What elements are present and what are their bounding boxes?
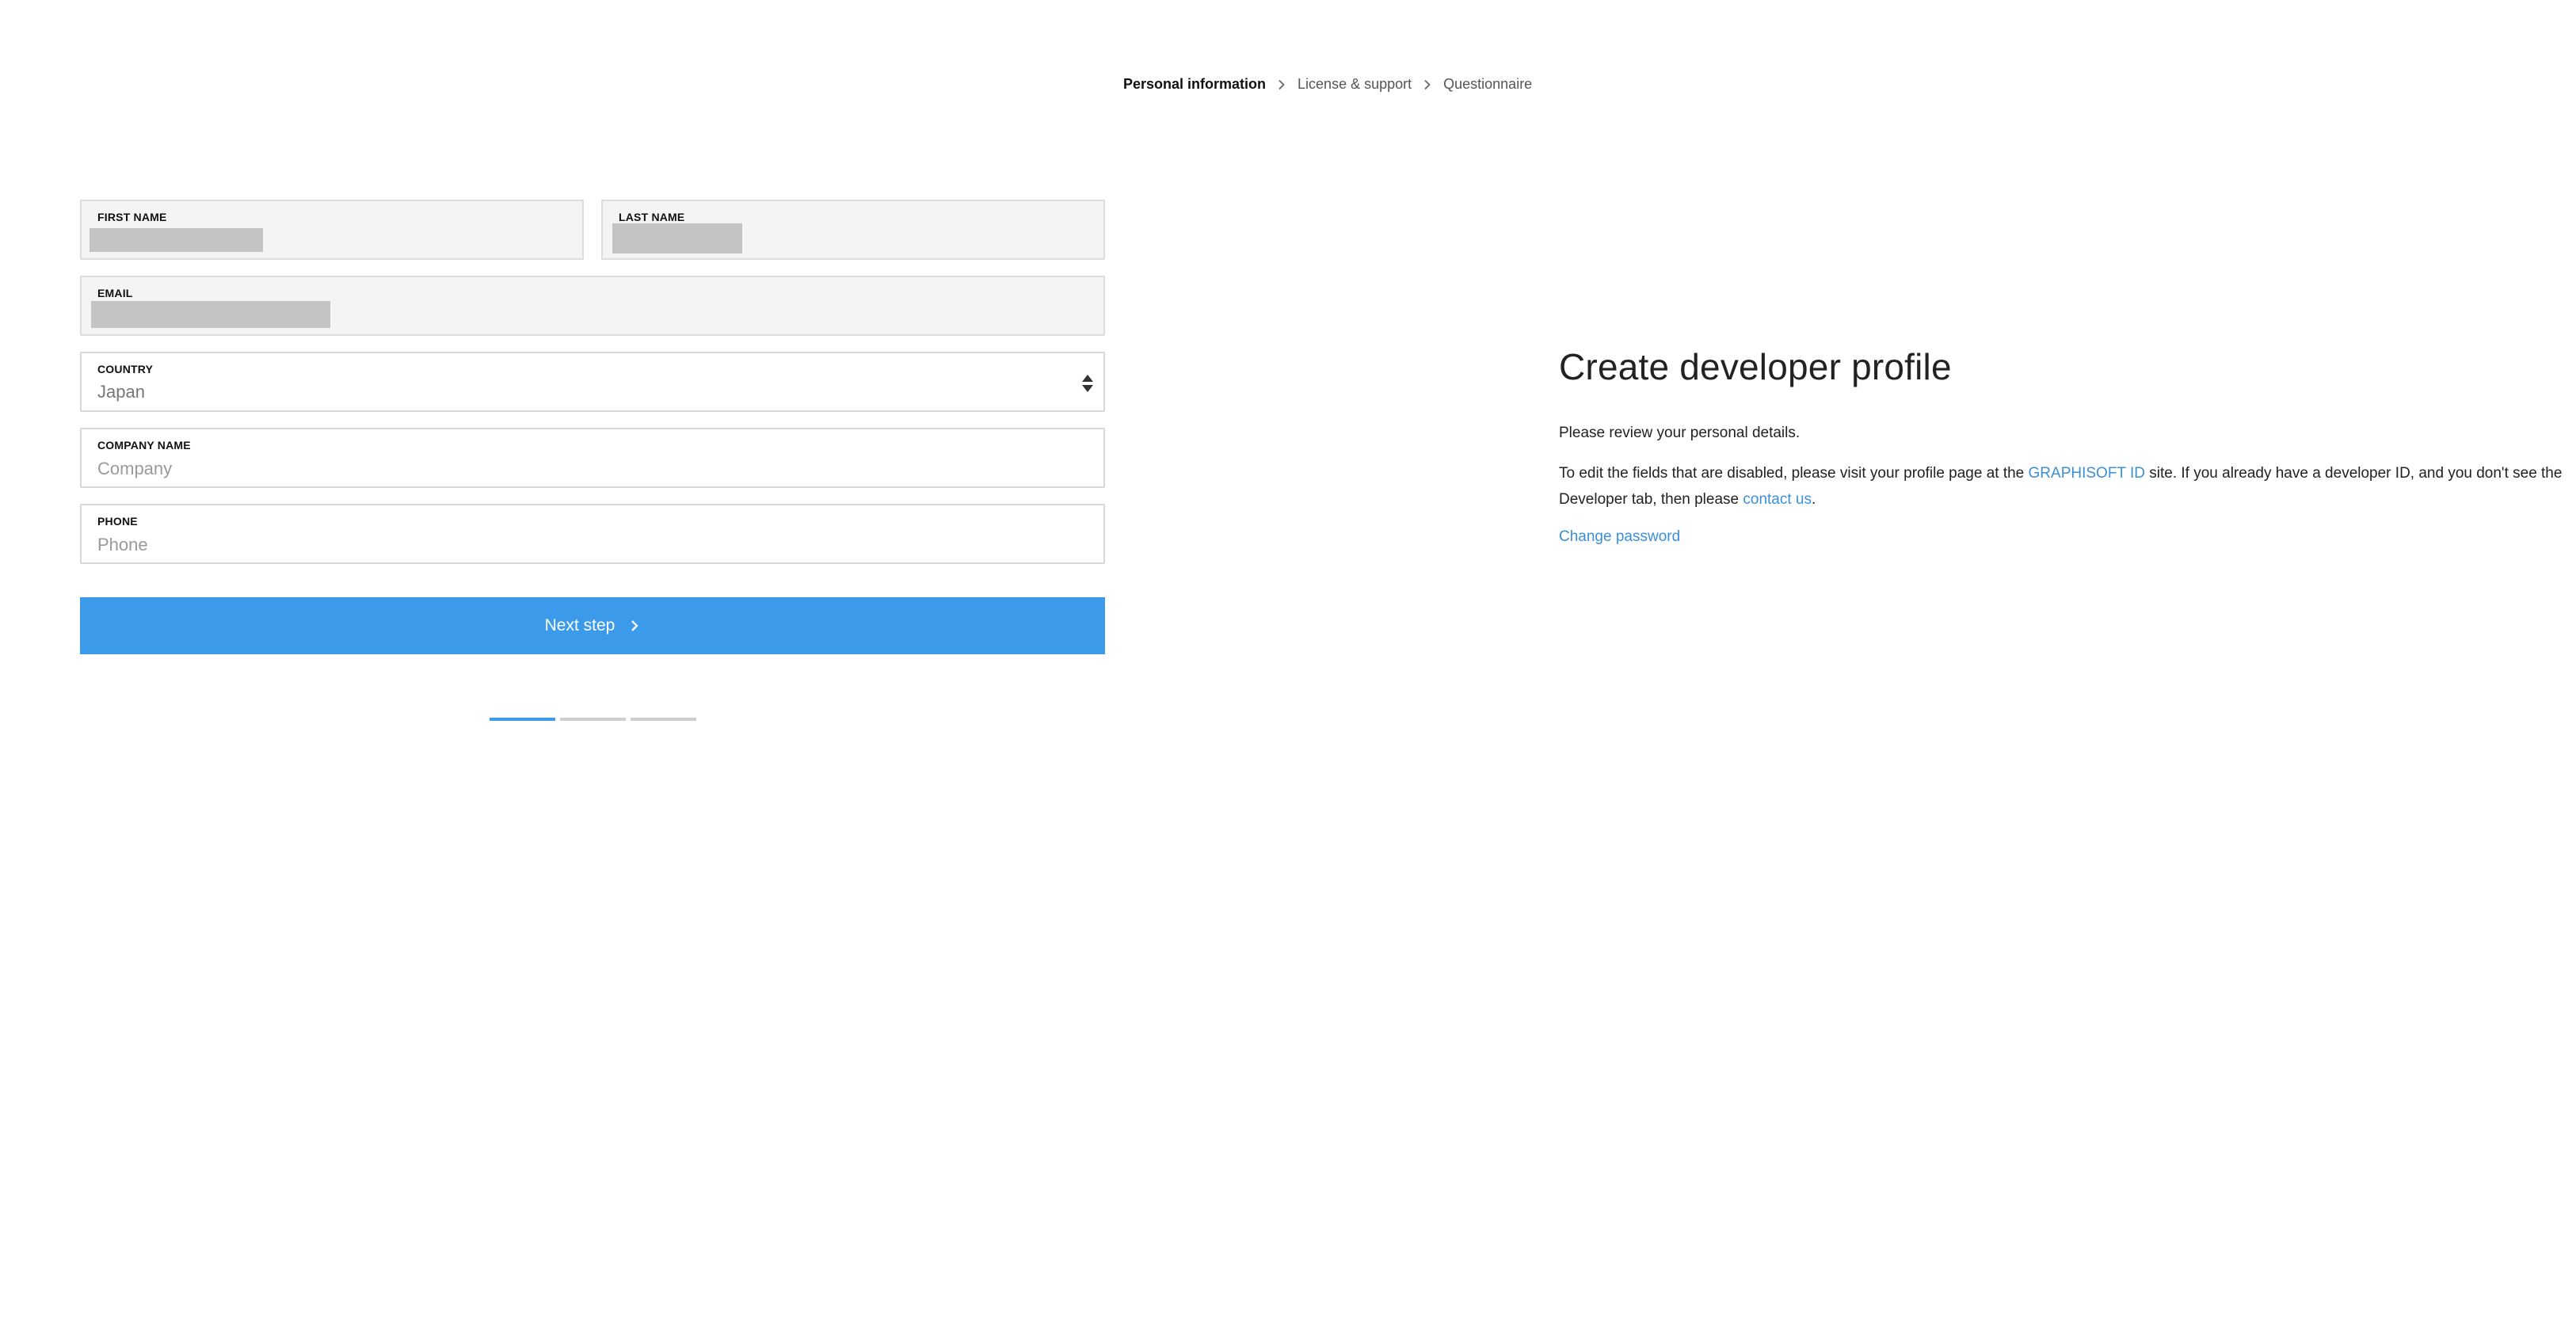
chevron-right-icon <box>1266 79 1298 90</box>
intro-text: Please review your personal details. <box>1559 425 1801 441</box>
select-arrows-icon <box>1082 375 1093 392</box>
breadcrumb-step-personal-information[interactable]: Personal information <box>1123 76 1266 93</box>
breadcrumb-step-questionnaire[interactable]: Questionnaire <box>1443 76 1532 93</box>
page-title: Create developer profile <box>1559 346 1952 387</box>
help-text-part-a: To edit the fields that are disabled, pl… <box>1559 465 2029 482</box>
company-field: COMPANY NAME <box>80 428 1105 488</box>
progress-segment <box>630 718 696 721</box>
step-progress <box>80 718 1105 721</box>
email-label: EMAIL <box>97 287 133 299</box>
country-row: COUNTRY Japan <box>80 352 1105 412</box>
breadcrumb: Personal information License & support Q… <box>1123 76 1532 93</box>
last-name-field: LAST NAME <box>601 200 1105 260</box>
first-name-field: FIRST NAME <box>80 200 584 260</box>
contact-us-link[interactable]: contact us <box>1743 491 1812 508</box>
email-field: EMAIL <box>80 276 1105 336</box>
disabled-fields-help-text: To edit the fields that are disabled, pl… <box>1559 460 2576 512</box>
phone-field: PHONE <box>80 504 1105 564</box>
email-row: EMAIL <box>80 276 1105 336</box>
next-step-button[interactable]: Next step <box>80 597 1105 654</box>
company-input[interactable] <box>97 456 1056 482</box>
email-redacted-value <box>91 301 330 328</box>
name-row: FIRST NAME LAST NAME <box>80 200 1105 260</box>
breadcrumb-step-license-support[interactable]: License & support <box>1298 76 1412 93</box>
page: Personal information License & support Q… <box>0 0 2576 1326</box>
graphisoft-id-link[interactable]: GRAPHISOFT ID <box>2029 465 2145 482</box>
personal-info-form: FIRST NAME LAST NAME EMAIL COUNTRY Japan <box>80 200 1105 721</box>
country-selected-value: Japan <box>97 382 145 402</box>
chevron-right-icon <box>631 620 639 631</box>
phone-row: PHONE <box>80 504 1105 564</box>
company-label: COMPANY NAME <box>97 439 191 452</box>
profile-info-panel: Create developer profile Please review y… <box>1559 345 2576 564</box>
last-name-redacted-value <box>612 223 742 253</box>
first-name-label: FIRST NAME <box>97 211 167 223</box>
first-name-redacted-value <box>90 228 263 252</box>
country-label: COUNTRY <box>97 363 154 375</box>
phone-input[interactable] <box>97 532 1056 558</box>
last-name-label: LAST NAME <box>619 211 685 223</box>
chevron-right-icon <box>1412 79 1443 90</box>
next-step-label: Next step <box>544 616 615 634</box>
progress-segment <box>559 718 626 721</box>
progress-segment <box>489 718 555 721</box>
phone-label: PHONE <box>97 515 138 528</box>
country-select[interactable]: COUNTRY Japan <box>80 352 1105 412</box>
change-password-link[interactable]: Change password <box>1559 528 1680 545</box>
company-row: COMPANY NAME <box>80 428 1105 488</box>
help-text-part-c: . <box>1812 491 1816 508</box>
